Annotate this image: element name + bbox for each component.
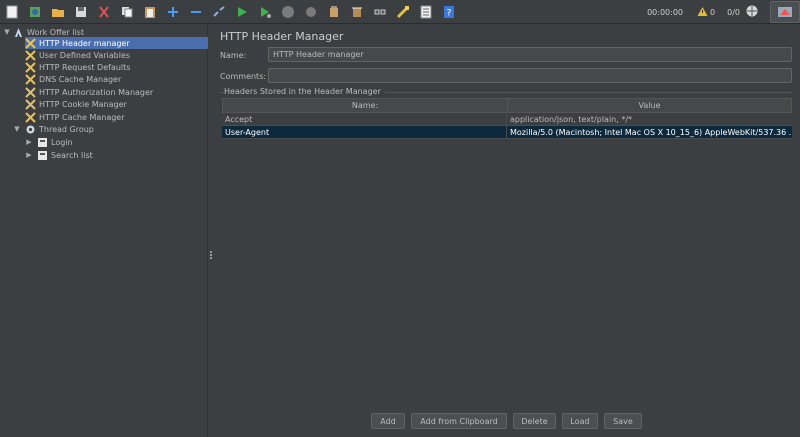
comments-field[interactable] <box>268 68 792 83</box>
headers-table[interactable]: Name: Value Accept application/json, tex… <box>222 98 792 139</box>
table-header: Name: Value <box>222 98 792 113</box>
tree-item-label: Login <box>51 137 73 147</box>
name-label: Name: <box>220 51 247 60</box>
tree-item-user-defined-variables[interactable]: User Defined Variables <box>25 49 208 61</box>
add-from-clipboard-button[interactable]: Add from Clipboard <box>411 413 507 429</box>
toolbar: ? 00:00:00 0 0/0 <box>0 0 800 24</box>
toggle-icon[interactable] <box>210 3 228 21</box>
config-icon <box>25 98 36 110</box>
header-name-cell[interactable]: User-Agent <box>222 126 507 138</box>
tree-item-label: HTTP Authorization Manager <box>39 87 154 97</box>
tree-item-http-cookie-manager[interactable]: HTTP Cookie Manager <box>25 98 208 110</box>
header-manager-panel: HTTP Header Manager Name: HTTP Header ma… <box>214 24 800 437</box>
tree-item-label: User Defined Variables <box>39 50 131 60</box>
collapse-toggle-icon[interactable]: ▼ <box>13 125 21 133</box>
delete-button[interactable]: Delete <box>513 413 556 429</box>
tree-item-label: DNS Cache Manager <box>39 74 122 84</box>
config-icon <box>25 86 36 98</box>
templates-icon[interactable] <box>26 3 44 21</box>
start-icon[interactable] <box>233 3 251 21</box>
copy-icon[interactable] <box>118 3 136 21</box>
paste-icon[interactable] <box>141 3 159 21</box>
help-icon[interactable]: ? <box>440 3 458 21</box>
config-icon <box>25 37 36 49</box>
look-and-feel-icon <box>778 7 792 17</box>
tree-item-label: HTTP Header manager <box>39 38 130 48</box>
header-value-cell[interactable]: application/json, text/plain, */* <box>507 113 792 125</box>
clear-all-icon[interactable] <box>348 3 366 21</box>
table-row[interactable]: User-Agent Mozilla/5.0 (Macintosh; Intel… <box>222 126 792 139</box>
open-icon[interactable] <box>49 3 67 21</box>
collapse-toggle-icon[interactable]: ▼ <box>3 28 11 36</box>
elapsed-timer: 00:00:00 <box>647 7 684 17</box>
gear-icon <box>25 124 36 135</box>
search-icon[interactable] <box>371 3 389 21</box>
controller-icon <box>37 137 48 148</box>
name-field[interactable]: HTTP Header manager <box>268 47 792 62</box>
header-value-cell[interactable]: Mozilla/5.0 (Macintosh; Intel Mac OS X 1… <box>507 126 792 138</box>
tree-item-http-header-manager[interactable]: HTTP Header manager <box>25 37 208 49</box>
tree-item-thread-group[interactable]: Thread Group <box>25 123 208 135</box>
tree-item-label: HTTP Cookie Manager <box>39 99 127 109</box>
save-button[interactable]: Save <box>604 413 642 429</box>
page-title: HTTP Header Manager <box>220 30 344 43</box>
cut-icon[interactable] <box>95 3 113 21</box>
collapse-icon[interactable] <box>187 3 205 21</box>
tree-item-label: Thread Group <box>39 124 94 134</box>
clear-icon[interactable] <box>325 3 343 21</box>
svg-text:?: ? <box>447 8 452 18</box>
tree-item-label: Search list <box>51 150 93 160</box>
tree-item-http-request-defaults[interactable]: HTTP Request Defaults <box>25 61 208 73</box>
tree-item-http-authorization-manager[interactable]: HTTP Authorization Manager <box>25 86 208 98</box>
test-plan-tree[interactable]: ▼ Work Offer list HTTP Header manager Us… <box>0 24 208 437</box>
function-helper-icon[interactable] <box>417 3 435 21</box>
tree-item-http-cache-manager[interactable]: HTTP Cache Manager <box>25 111 208 123</box>
expand-toggle-icon[interactable]: ▶ <box>25 151 33 159</box>
config-icon <box>25 73 36 85</box>
add-button[interactable]: Add <box>371 413 405 429</box>
look-and-feel-button[interactable] <box>770 1 800 23</box>
warning-icon[interactable] <box>697 6 708 19</box>
active-threads: 0/0 <box>727 7 740 17</box>
expand-icon[interactable] <box>164 3 182 21</box>
tree-item-label: HTTP Cache Manager <box>39 112 125 122</box>
tree-item-login[interactable]: Login <box>37 136 208 148</box>
new-icon[interactable] <box>3 3 21 21</box>
start-no-pause-icon[interactable] <box>256 3 274 21</box>
config-icon <box>25 49 36 61</box>
controller-icon <box>37 150 48 161</box>
tree-item-label: Work Offer list <box>27 27 85 37</box>
test-plan-icon <box>13 27 24 38</box>
expand-toggle-icon[interactable]: ▶ <box>25 138 33 146</box>
headers-group-title: Headers Stored in the Header Manager <box>224 87 385 96</box>
shutdown-icon[interactable] <box>302 3 320 21</box>
column-header-name[interactable]: Name: <box>223 99 508 112</box>
tree-item-dns-cache-manager[interactable]: DNS Cache Manager <box>25 73 208 85</box>
reset-search-icon[interactable] <box>394 3 412 21</box>
tree-item-search-list[interactable]: Search list <box>37 149 208 161</box>
comments-label: Comments: <box>220 72 267 81</box>
config-icon <box>25 111 36 123</box>
header-name-cell[interactable]: Accept <box>222 113 507 125</box>
tree-item-label: HTTP Request Defaults <box>39 62 131 72</box>
config-icon <box>25 61 36 73</box>
globe-icon[interactable] <box>746 5 758 19</box>
stop-icon[interactable] <box>279 3 297 21</box>
column-header-value[interactable]: Value <box>508 99 791 112</box>
table-row[interactable]: Accept application/json, text/plain, */* <box>222 113 792 126</box>
warning-count: 0 <box>710 7 716 17</box>
save-icon[interactable] <box>72 3 90 21</box>
load-button[interactable]: Load <box>562 413 598 429</box>
splitter-grip-icon <box>210 251 212 259</box>
